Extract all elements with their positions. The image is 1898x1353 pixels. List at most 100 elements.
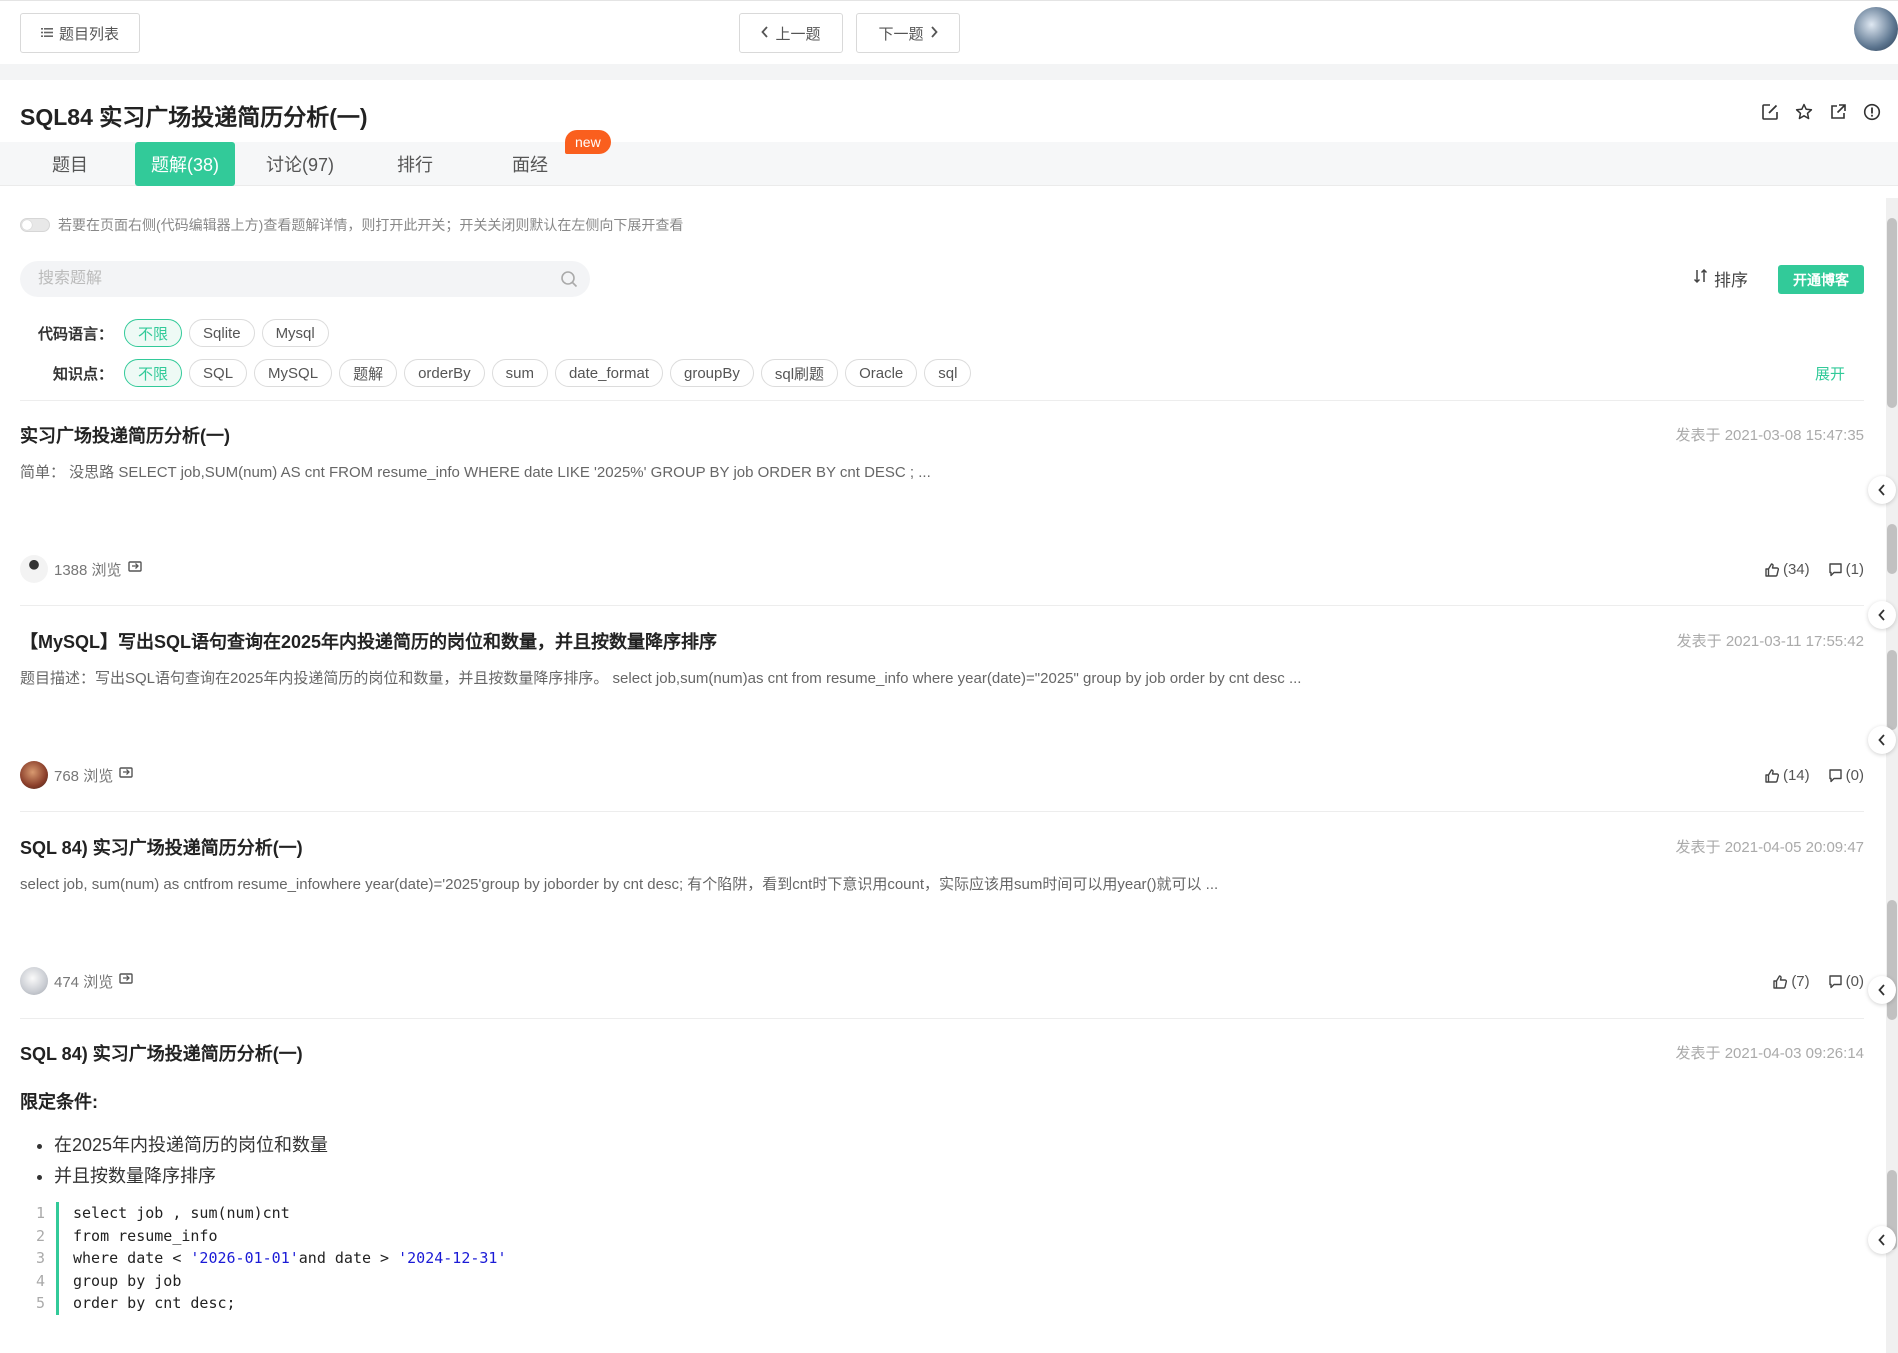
chevron-right-icon [930,25,938,42]
code-line: 1 select job , sum(num)cnt [36,1202,507,1225]
tab-bar: 题目 题解(38) 讨论(97) 排行 面经 [0,142,1898,186]
topic-chip-oracle[interactable]: Oracle [845,359,918,387]
top-bar: 题目列表 上一题 下一题 [0,0,1898,64]
next-problem-label: 下一题 [878,25,924,43]
language-chip-all[interactable]: 不限 [124,319,183,347]
report-icon[interactable] [1862,102,1882,122]
open-blog-button[interactable]: 开通博客 [1778,265,1864,294]
code-text: from resume_info [73,1226,218,1245]
article-actions: (7) (0) [1772,973,1864,990]
topic-chip-sql[interactable]: SQL [189,359,248,387]
article-title[interactable]: 【MySQL】写出SQL语句查询在2025年内投递简历的岗位和数量，并且按数量降… [20,628,717,654]
topic-chip-sum[interactable]: sum [491,359,548,387]
code-line: 3 where date < '2026-01-01'and date > '20… [36,1247,507,1270]
problem-title: SQL84 实习广场投递简历分析(一) [20,104,368,130]
topic-chip-all[interactable]: 不限 [124,359,183,387]
language-filter-label: 代码语言： [38,325,114,343]
article-footer: 768 浏览 [20,761,133,789]
like-button[interactable]: (7) [1772,973,1810,990]
comment-button[interactable]: (1) [1828,561,1864,578]
edit-icon[interactable] [1760,102,1780,122]
chevron-left-icon [1878,609,1885,621]
collapse-arrow-button[interactable] [1868,601,1896,629]
title-actions [1760,102,1882,122]
scrollbar-thumb[interactable] [1887,524,1897,574]
comment-icon [1828,975,1842,989]
divider [20,1018,1864,1019]
topic-chip-sql-lower[interactable]: sql [924,359,972,387]
chevron-left-icon [1878,1234,1885,1246]
line-number: 4 [35,1271,45,1290]
article-footer: 1388 浏览 [20,555,142,583]
collapse-arrow-button[interactable] [1868,976,1896,1004]
scrollbar-thumb[interactable] [1887,650,1897,730]
code-line: 4 group by job [36,1270,507,1293]
author-avatar[interactable] [20,967,48,995]
share-icon[interactable] [119,972,133,990]
line-number: 1 [35,1204,45,1222]
section-heading: 限定条件: [20,1092,98,1112]
problem-list-button[interactable]: 题目列表 [20,13,140,53]
code-text: select job , sum(num)cnt [73,1204,290,1222]
tab-ranking[interactable]: 排行 [380,142,450,186]
scrollbar-thumb[interactable] [1887,218,1897,408]
language-filter: 代码语言： 不限 Sqlite Mysql [38,319,329,347]
comment-count: (1) [1845,561,1864,578]
collapse-arrow-button[interactable] [1868,726,1896,754]
star-icon[interactable] [1794,102,1814,122]
article-title[interactable]: SQL 84) 实习广场投递简历分析(一) [20,834,303,860]
article-summary[interactable]: 简单： 没思路 SELECT job,SUM(num) AS cnt FROM … [20,461,931,482]
topic-chip-mysql[interactable]: MySQL [254,359,333,387]
view-mode-toggle[interactable] [20,218,50,232]
line-number: 5 [35,1294,45,1312]
topic-chip-sql-practice[interactable]: sql刷题 [760,359,839,387]
article-date: 发表于 2021-04-03 09:26:14 [1675,1045,1864,1062]
collapse-arrow-button[interactable] [1868,1226,1896,1254]
topic-chip-solution[interactable]: 题解 [339,359,398,387]
article-summary[interactable]: 题目描述：写出SQL语句查询在2025年内投递简历的岗位和数量，并且按数量降序排… [20,667,1301,688]
article-actions: (34) (1) [1764,561,1864,578]
thumbs-up-icon [1765,562,1780,577]
article-title[interactable]: 实习广场投递简历分析(一) [20,422,230,448]
like-button[interactable]: (14) [1764,767,1810,784]
comment-button[interactable]: (0) [1828,973,1864,990]
language-chip-mysql[interactable]: Mysql [261,319,329,347]
share-icon[interactable] [127,560,142,578]
chevron-left-icon [761,25,769,42]
code-string: '2024-12-31' [398,1249,507,1267]
topic-chip-date-format[interactable]: date_format [554,359,663,387]
sort-button[interactable]: 排序 [1693,266,1748,291]
code-text: order by cnt desc; [73,1294,236,1312]
tab-discussion[interactable]: 讨论(97) [256,142,344,186]
comment-button[interactable]: (0) [1828,767,1864,784]
expand-topics-link[interactable]: 展开 [1815,363,1845,384]
search-input[interactable] [20,261,590,297]
collapse-arrow-button[interactable] [1868,476,1896,504]
article-date: 发表于 2021-03-08 15:47:35 [1675,427,1864,444]
share-icon[interactable] [1828,102,1848,122]
topic-chip-groupby[interactable]: groupBy [670,359,754,387]
tab-interview[interactable]: 面经 [495,142,565,186]
author-avatar[interactable] [20,761,48,789]
sort-icon [1693,268,1709,289]
share-icon[interactable] [119,766,133,784]
user-avatar[interactable] [1854,7,1898,51]
author-avatar[interactable] [20,555,48,583]
solution-search [20,261,590,297]
next-problem-button[interactable]: 下一题 [856,13,960,53]
list-item: 并且按数量降序排序 [54,1161,328,1192]
tab-problem[interactable]: 题目 [36,142,104,186]
toggle-hint: 若要在页面右侧(代码编辑器上方)查看题解详情，则打开此开关；开关关闭则默认在左侧… [58,217,684,233]
prev-problem-button[interactable]: 上一题 [739,13,843,53]
divider [20,605,1864,606]
like-button[interactable]: (34) [1764,561,1810,578]
topic-filter: 知识点： 不限 SQL MySQL 题解 orderBy sum date_fo… [53,359,972,387]
language-chip-sqlite[interactable]: Sqlite [189,319,255,347]
article-title[interactable]: SQL 84) 实习广场投递简历分析(一) [20,1040,303,1066]
line-number: 2 [35,1226,45,1245]
code-text: where date < [73,1249,191,1267]
tab-solutions[interactable]: 题解(38) [135,142,235,186]
topic-chip-orderby[interactable]: orderBy [404,359,485,387]
search-icon[interactable] [560,270,578,293]
article-summary[interactable]: select job, sum(num) as cntfrom resume_i… [20,873,1218,894]
